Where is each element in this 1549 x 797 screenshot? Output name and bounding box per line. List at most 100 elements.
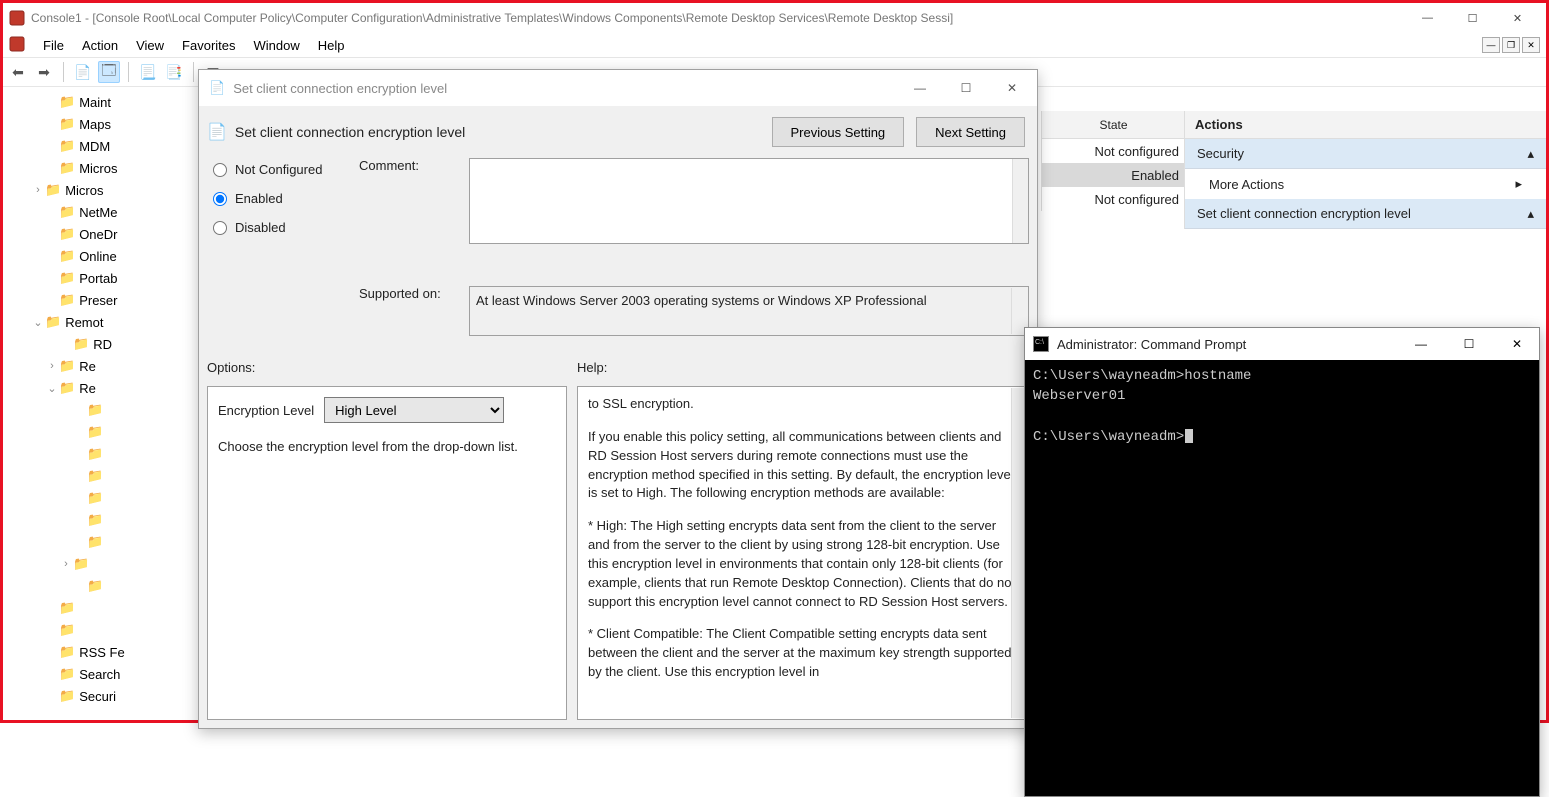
menu-help[interactable]: Help <box>318 38 345 53</box>
folder-icon: 📁 <box>87 578 103 594</box>
tree-node[interactable]: 📁 <box>3 443 195 465</box>
folder-icon: 📁 <box>59 622 75 638</box>
tree-node[interactable]: 📁 <box>3 531 195 553</box>
cmd-maximize-button[interactable]: ☐ <box>1455 337 1483 351</box>
state-cell[interactable]: Not configured <box>1042 187 1185 211</box>
actions-header: Actions <box>1185 111 1546 139</box>
tree-node[interactable]: 📁 <box>3 465 195 487</box>
tree-node[interactable]: 📁Preser <box>3 289 195 311</box>
actions-section-policy[interactable]: Set client connection encryption level ▴ <box>1185 199 1546 229</box>
state-column: State Not configured Enabled Not configu… <box>1041 111 1185 211</box>
tree-node[interactable]: 📁MDM <box>3 135 195 157</box>
folder-icon: 📁 <box>45 182 61 198</box>
expand-icon[interactable]: ⌄ <box>45 382 59 395</box>
comment-textarea[interactable] <box>469 158 1029 244</box>
tree-label: Maps <box>79 117 111 132</box>
mmc-icon <box>9 36 25 55</box>
minimize-button[interactable]: — <box>1405 3 1450 33</box>
tree-node[interactable]: 📁 Maps <box>3 113 195 135</box>
tree-label: Remot <box>65 315 103 330</box>
encryption-level-select[interactable]: High Level <box>324 397 504 423</box>
tree-node[interactable]: 📁Search <box>3 663 195 685</box>
navigation-tree[interactable]: 📁Maint📁Maps📁MDM📁Micros›📁Micros📁NetMe📁One… <box>3 87 195 720</box>
tree-node[interactable]: 📁 <box>3 399 195 421</box>
expand-icon[interactable]: › <box>45 360 59 372</box>
tree-node[interactable]: 📁 <box>3 509 195 531</box>
actions-more-actions[interactable]: More Actions ▸ <box>1185 169 1546 199</box>
tree-node[interactable]: ⌄📁Remot <box>3 311 195 333</box>
tree-node[interactable]: 📁 <box>3 575 195 597</box>
mmc-icon <box>9 10 25 26</box>
folder-icon: 📁 <box>59 138 75 154</box>
tree-node[interactable]: 📁 NetMe <box>3 201 195 223</box>
tree-node[interactable]: 📁Portab <box>3 267 195 289</box>
up-button[interactable]: 📄 <box>72 61 94 83</box>
state-cell[interactable]: Not configured <box>1042 139 1185 163</box>
tree-node[interactable]: ›📁 <box>3 553 195 575</box>
show-hide-tree-button[interactable]: 🗔 <box>98 61 120 83</box>
folder-icon: 📁 <box>73 556 89 572</box>
menu-view[interactable]: View <box>136 38 164 53</box>
back-button[interactable]: ⬅ <box>7 61 29 83</box>
actions-section-security[interactable]: Security ▴ <box>1185 139 1546 169</box>
tree-node[interactable]: 📁Securi <box>3 685 195 707</box>
tree-label: Online <box>79 249 117 264</box>
tree-label: Micros <box>65 183 103 198</box>
tree-node[interactable]: 📁 <box>3 421 195 443</box>
cmd-minimize-button[interactable]: — <box>1407 337 1435 351</box>
dialog-maximize-button[interactable]: ☐ <box>951 81 981 95</box>
menu-window[interactable]: Window <box>254 38 300 53</box>
tree-node[interactable]: 📁Online <box>3 245 195 267</box>
folder-icon: 📁 <box>59 292 75 308</box>
tree-node[interactable]: 📁 <box>3 487 195 509</box>
tree-node[interactable]: 📁 <box>3 597 195 619</box>
scrollbar[interactable] <box>1012 159 1028 243</box>
maximize-button[interactable]: ☐ <box>1450 3 1495 33</box>
tree-node[interactable]: 📁Micros <box>3 157 195 179</box>
state-cell[interactable]: Enabled <box>1042 163 1185 187</box>
tree-node[interactable]: 📁Maint <box>3 91 195 113</box>
tree-node[interactable]: ⌄📁Re <box>3 377 195 399</box>
state-header[interactable]: State <box>1042 111 1185 139</box>
forward-button[interactable]: ➡ <box>33 61 55 83</box>
folder-icon: 📁 <box>59 204 75 220</box>
menu-file[interactable]: File <box>43 38 64 53</box>
close-button[interactable]: ✕ <box>1495 3 1540 33</box>
collapse-icon: ▴ <box>1527 206 1534 222</box>
properties-button[interactable]: 📃 <box>137 61 159 83</box>
tree-node[interactable]: 📁 <box>3 619 195 641</box>
tree-node[interactable]: ›📁Re <box>3 355 195 377</box>
policy-dialog: 📄 Set client connection encryption level… <box>198 69 1038 729</box>
folder-icon: 📁 <box>59 226 75 242</box>
encryption-level-label: Encryption Level <box>218 403 314 418</box>
expand-icon[interactable]: › <box>31 184 45 196</box>
tree-node[interactable]: 📁OneDr <box>3 223 195 245</box>
dialog-close-button[interactable]: ✕ <box>997 81 1027 95</box>
mdi-minimize-icon[interactable]: — <box>1482 37 1500 53</box>
folder-icon: 📁 <box>59 160 75 176</box>
mdi-restore-icon[interactable]: ❐ <box>1502 37 1520 53</box>
folder-icon: 📁 <box>59 116 75 132</box>
tree-node[interactable]: 📁RSS Fe <box>3 641 195 663</box>
export-button[interactable]: 📑 <box>163 61 185 83</box>
expand-icon[interactable]: ⌄ <box>31 316 45 329</box>
cmd-close-button[interactable]: ✕ <box>1503 337 1531 351</box>
tree-node[interactable]: 📁RD <box>3 333 195 355</box>
folder-icon: 📁 <box>87 534 103 550</box>
dialog-titlebar[interactable]: 📄 Set client connection encryption level… <box>199 70 1037 106</box>
folder-icon: 📁 <box>59 94 75 110</box>
next-setting-button[interactable]: Next Setting <box>916 117 1025 147</box>
tree-node[interactable]: ›📁 Micros <box>3 179 195 201</box>
menu-action[interactable]: Action <box>82 38 118 53</box>
dialog-minimize-button[interactable]: — <box>905 81 935 95</box>
previous-setting-button[interactable]: Previous Setting <box>772 117 905 147</box>
command-prompt-window: Administrator: Command Prompt — ☐ ✕ C:\U… <box>1024 327 1540 797</box>
expand-icon[interactable]: › <box>59 558 73 570</box>
tree-label: Search <box>79 667 120 682</box>
tree-label: NetMe <box>79 205 117 220</box>
mdi-close-icon[interactable]: ✕ <box>1522 37 1540 53</box>
cmd-titlebar[interactable]: Administrator: Command Prompt — ☐ ✕ <box>1025 328 1539 360</box>
window-controls: — ☐ ✕ <box>1405 3 1540 33</box>
cmd-terminal[interactable]: C:\Users\wayneadm>hostname Webserver01 C… <box>1025 360 1539 796</box>
menu-favorites[interactable]: Favorites <box>182 38 235 53</box>
